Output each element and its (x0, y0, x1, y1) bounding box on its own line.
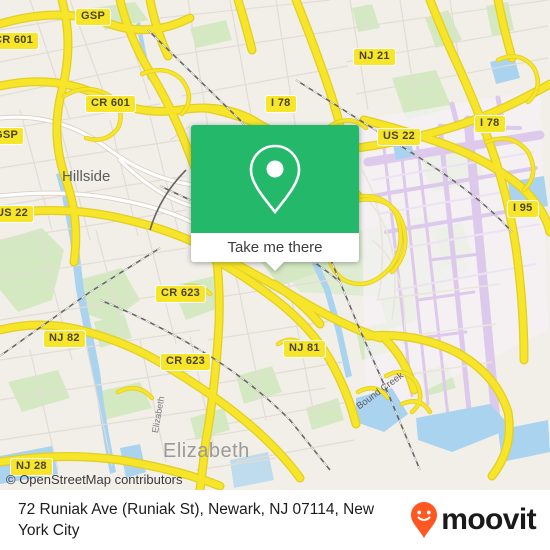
shield-i-95[interactable]: I 95 (507, 200, 539, 218)
map-pin-icon (249, 144, 301, 215)
shield-us-22[interactable]: US 22 (377, 128, 422, 146)
osm-attribution[interactable]: © OpenStreetMap contributors (6, 472, 183, 487)
shield-nj-21[interactable]: NJ 21 (353, 48, 396, 66)
shield-gsp-left[interactable]: GSP (0, 127, 25, 145)
place-label-hillside: Hillside (62, 168, 111, 185)
moovit-pin-icon (411, 502, 438, 538)
shield-cr-623-lower[interactable]: CR 623 (160, 353, 212, 371)
shield-i-78-right[interactable]: I 78 (474, 115, 506, 133)
place-label-elizabeth: Elizabeth (163, 440, 250, 462)
callout-pointer (266, 262, 284, 271)
map-canvas[interactable]: Bound Creek Hillside Elizabeth Elizabeth… (0, 0, 550, 490)
shield-cr-601-left[interactable]: CR 601 (0, 32, 40, 50)
shield-us-22-left[interactable]: US 22 (0, 205, 35, 223)
shield-cr-623-upper[interactable]: CR 623 (155, 285, 207, 303)
footer-bar: 72 Runiak Ave (Runiak St), Newark, NJ 07… (0, 490, 550, 550)
address-text: 72 Runiak Ave (Runiak St), Newark, NJ 07… (18, 501, 375, 539)
shield-nj-82[interactable]: NJ 82 (43, 330, 86, 348)
moovit-wordmark: moovit (441, 503, 536, 536)
destination-callout[interactable]: Take me there (191, 125, 359, 271)
take-me-there-label: Take me there (227, 239, 323, 256)
callout-pin-panel (191, 125, 359, 233)
map-screenshot: Bound Creek Hillside Elizabeth Elizabeth… (0, 0, 550, 550)
shield-gsp-top[interactable]: GSP (75, 8, 112, 26)
moovit-logo[interactable]: moovit (409, 501, 537, 539)
shield-i-78-top[interactable]: I 78 (265, 95, 297, 113)
shield-cr-601[interactable]: CR 601 (85, 95, 137, 113)
take-me-there-button[interactable]: Take me there (191, 233, 359, 262)
shield-nj-81[interactable]: NJ 81 (283, 340, 326, 358)
